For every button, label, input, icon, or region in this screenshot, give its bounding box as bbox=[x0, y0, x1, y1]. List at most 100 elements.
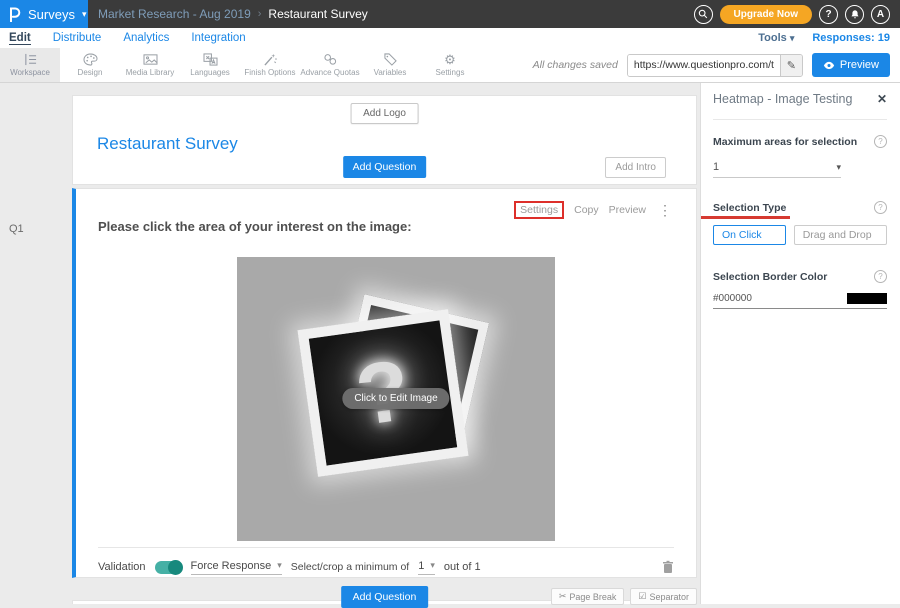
topbar-actions: Upgrade Now ? A bbox=[694, 5, 900, 24]
toolbar-item-finish-options[interactable]: Finish Options bbox=[240, 48, 300, 82]
edit-url-button[interactable]: ✎ bbox=[780, 55, 802, 76]
chevron-down-icon: ▾ bbox=[836, 163, 841, 172]
border-color-value: #000000 bbox=[713, 293, 752, 304]
tools-menu[interactable]: Tools ▾ bbox=[758, 32, 794, 44]
minimum-value-select[interactable]: 1 ▾ bbox=[418, 560, 435, 575]
help-icon[interactable]: ? bbox=[874, 270, 887, 283]
page-controls: ✂ Page Break ☑ Separator bbox=[551, 588, 697, 605]
border-color-row: Selection Border Color ? bbox=[713, 270, 887, 283]
chevron-down-icon: ▾ bbox=[790, 33, 795, 43]
tab-analytics[interactable]: Analytics bbox=[123, 32, 169, 45]
save-status: All changes saved bbox=[533, 59, 618, 71]
survey-editor-canvas: Q1 Add Logo Restaurant Survey Add Questi… bbox=[0, 83, 700, 604]
breadcrumb: Market Research - Aug 2019 › Restaurant … bbox=[98, 7, 368, 21]
selection-type-row: Selection Type ? bbox=[713, 201, 887, 214]
selection-type-drag-and-drop[interactable]: Drag and Drop bbox=[794, 225, 887, 245]
breadcrumb-parent[interactable]: Market Research - Aug 2019 bbox=[98, 7, 251, 21]
toolbar-item-languages[interactable]: Languages bbox=[180, 48, 240, 82]
bell-icon bbox=[850, 9, 860, 20]
toggle-knob bbox=[168, 560, 183, 575]
survey-header-card: Add Logo Restaurant Survey Add Question … bbox=[72, 95, 697, 185]
help-icon[interactable]: ? bbox=[874, 135, 887, 148]
border-color-field[interactable]: #000000 bbox=[713, 293, 887, 309]
top-navbar: Surveys ▾ Market Research - Aug 2019 › R… bbox=[0, 0, 900, 28]
delete-question-button[interactable] bbox=[662, 560, 674, 574]
tab-integration[interactable]: Integration bbox=[191, 32, 245, 45]
upgrade-now-button[interactable]: Upgrade Now bbox=[720, 5, 812, 24]
preview-survey-button[interactable]: Preview bbox=[812, 53, 890, 77]
translate-icon bbox=[203, 53, 218, 66]
border-color-label: Selection Border Color bbox=[713, 271, 827, 283]
responses-count[interactable]: Responses: 19 bbox=[812, 32, 890, 44]
tab-distribute[interactable]: Distribute bbox=[53, 32, 102, 45]
chevron-down-icon: ▾ bbox=[277, 561, 282, 570]
image-icon bbox=[143, 53, 158, 66]
magic-wand-icon bbox=[263, 53, 278, 66]
max-areas-label: Maximum areas for selection bbox=[713, 136, 857, 148]
section-nav: Edit Distribute Analytics Integration To… bbox=[0, 28, 900, 48]
breadcrumb-separator: › bbox=[258, 8, 262, 20]
search-button[interactable] bbox=[694, 5, 713, 24]
question-actions: Settings Copy Preview ⋮ bbox=[514, 201, 672, 219]
checkbox-icon: ☑ bbox=[638, 591, 646, 602]
question-settings-button[interactable]: Settings bbox=[514, 201, 564, 219]
chevron-down-icon: ▾ bbox=[82, 10, 87, 19]
survey-url-input[interactable] bbox=[628, 55, 780, 76]
selection-type-options: On Click Drag and Drop bbox=[713, 225, 887, 245]
separator-button[interactable]: ☑ Separator bbox=[630, 588, 697, 605]
notifications-button[interactable] bbox=[845, 5, 864, 24]
workspace-icon bbox=[23, 53, 38, 66]
heatmap-image-placeholder[interactable]: ? Click to Edit Image bbox=[237, 257, 555, 541]
add-logo-button[interactable]: Add Logo bbox=[350, 103, 419, 124]
eye-icon bbox=[823, 61, 835, 70]
selection-type-annotation-underline bbox=[701, 216, 790, 219]
section-nav-links: Edit Distribute Analytics Integration bbox=[0, 32, 246, 45]
question-text[interactable]: Please click the area of your interest o… bbox=[98, 219, 412, 234]
close-icon[interactable]: ✕ bbox=[877, 92, 887, 106]
question-card: Settings Copy Preview ⋮ Please click the… bbox=[72, 188, 697, 578]
toolbar-item-workspace[interactable]: Workspace bbox=[0, 48, 60, 82]
out-of-label: out of 1 bbox=[444, 561, 481, 573]
tab-edit[interactable]: Edit bbox=[9, 32, 31, 45]
max-areas-select[interactable]: 1 ▾ bbox=[713, 161, 841, 178]
color-swatch[interactable] bbox=[847, 293, 887, 304]
help-button[interactable]: ? bbox=[819, 5, 838, 24]
toolbar-item-media-library[interactable]: Media Library bbox=[120, 48, 180, 82]
questionpro-logo-icon bbox=[8, 7, 21, 22]
page-break-button[interactable]: ✂ Page Break bbox=[551, 588, 625, 605]
section-nav-right: Tools ▾ Responses: 19 bbox=[758, 32, 900, 44]
gear-icon: ⚙ bbox=[444, 53, 456, 66]
validation-toggle[interactable] bbox=[155, 561, 182, 574]
search-icon bbox=[698, 9, 708, 19]
toolbar-item-advance-quotas[interactable]: Advance Quotas bbox=[300, 48, 360, 82]
click-to-edit-image-button[interactable]: Click to Edit Image bbox=[342, 388, 449, 409]
panel-title: Heatmap - Image Testing bbox=[713, 92, 852, 106]
kebab-menu-icon[interactable]: ⋮ bbox=[658, 202, 672, 219]
tag-icon bbox=[383, 53, 398, 66]
trash-icon bbox=[662, 560, 674, 574]
survey-title[interactable]: Restaurant Survey bbox=[97, 134, 238, 154]
survey-url-box: ✎ bbox=[627, 54, 803, 77]
chevron-down-icon: ▾ bbox=[430, 561, 435, 570]
minimum-prefix-label: Select/crop a minimum of bbox=[291, 561, 409, 573]
product-label: Surveys bbox=[28, 7, 75, 22]
divider bbox=[713, 119, 887, 120]
add-intro-button[interactable]: Add Intro bbox=[605, 157, 666, 178]
add-question-button-top[interactable]: Add Question bbox=[343, 156, 427, 178]
toolbar-item-variables[interactable]: Variables bbox=[360, 48, 420, 82]
toolbar-item-design[interactable]: Design bbox=[60, 48, 120, 82]
help-icon[interactable]: ? bbox=[874, 201, 887, 214]
validation-rule-select[interactable]: Force Response ▾ bbox=[191, 560, 282, 575]
breadcrumb-current: Restaurant Survey bbox=[268, 7, 367, 21]
selection-type-on-click[interactable]: On Click bbox=[713, 225, 786, 245]
toolbar-item-settings[interactable]: ⚙ Settings bbox=[420, 48, 480, 82]
validation-row: Validation Force Response ▾ Select/crop … bbox=[98, 556, 674, 578]
account-avatar[interactable]: A bbox=[871, 5, 890, 24]
editor-toolbar: Workspace Design Media Library Languages… bbox=[0, 48, 900, 83]
question-preview-button[interactable]: Preview bbox=[609, 204, 646, 216]
question-copy-button[interactable]: Copy bbox=[574, 204, 599, 216]
max-areas-row: Maximum areas for selection ? bbox=[713, 135, 887, 148]
app-logo-home[interactable]: Surveys ▾ bbox=[0, 0, 88, 28]
question-number-label: Q1 bbox=[9, 223, 24, 235]
add-question-button-bottom[interactable]: Add Question bbox=[341, 586, 429, 608]
